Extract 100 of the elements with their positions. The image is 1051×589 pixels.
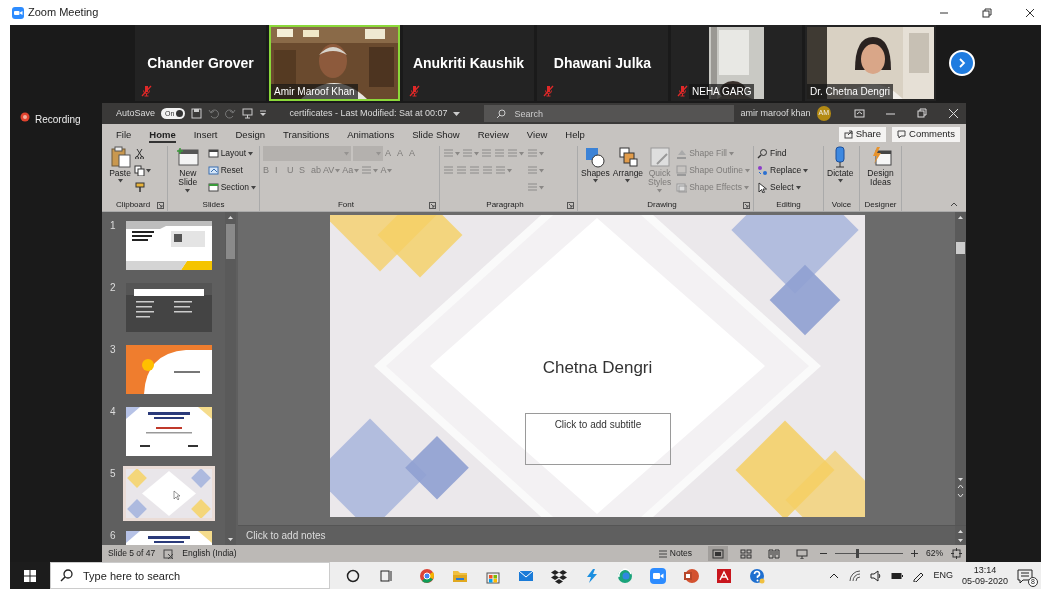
lines-icon bbox=[495, 165, 506, 176]
zoom-in-button[interactable] bbox=[911, 550, 918, 557]
group-label: Drawing bbox=[646, 199, 678, 211]
slider-thumb[interactable] bbox=[856, 549, 860, 558]
participant-name: Anukriti Kaushik bbox=[412, 53, 525, 73]
taskbar-search-field[interactable]: Type here to search bbox=[50, 562, 330, 589]
language-indicator[interactable]: ENG bbox=[933, 568, 953, 583]
ribbon-tab[interactable]: Animations bbox=[338, 126, 404, 143]
start-button[interactable] bbox=[10, 562, 50, 589]
caret-icon bbox=[539, 151, 544, 156]
caret-icon bbox=[146, 168, 151, 173]
group-label: Paragraph bbox=[485, 199, 525, 211]
slide-thumbnail[interactable] bbox=[123, 404, 215, 459]
caret-icon bbox=[376, 151, 381, 156]
lines-icon bbox=[481, 148, 492, 159]
slide-number: 1 bbox=[110, 219, 117, 233]
ribbon-tab[interactable]: File bbox=[107, 126, 141, 143]
cursor-icon bbox=[757, 182, 768, 193]
zoom-percentage[interactable]: 62% bbox=[926, 547, 943, 560]
ribbon-button[interactable]: Arrange bbox=[612, 146, 644, 184]
caret-icon bbox=[519, 151, 524, 156]
share-button[interactable]: Share bbox=[838, 127, 887, 142]
brush-icon bbox=[134, 182, 145, 193]
ribbon-button[interactable]: Dictate bbox=[827, 146, 854, 184]
speech-bubble-icon bbox=[1017, 568, 1033, 583]
search-icon bbox=[60, 569, 73, 582]
language-label[interactable]: English (India) bbox=[182, 547, 237, 560]
caret-icon bbox=[373, 168, 379, 173]
zoom-out-button[interactable] bbox=[820, 550, 827, 557]
subtitle-placeholder[interactable]: Click to add subtitle bbox=[525, 413, 671, 465]
next-page-button[interactable] bbox=[949, 50, 975, 76]
normal-view-button[interactable] bbox=[708, 546, 728, 561]
ribbon-button[interactable]: Layout bbox=[207, 146, 254, 161]
lines-icon bbox=[527, 165, 538, 176]
ribbon-tab[interactable]: Design bbox=[226, 126, 275, 143]
toolbar-button[interactable] bbox=[134, 180, 145, 195]
caret-icon bbox=[625, 179, 631, 184]
participant-name: Chander Grover bbox=[147, 53, 254, 73]
undo-icon[interactable] bbox=[208, 108, 220, 119]
notes-placeholder[interactable]: Click to add notes bbox=[246, 528, 326, 543]
clock-date[interactable]: 05-09-2020 bbox=[961, 575, 1008, 586]
ribbon-button[interactable]: Select bbox=[757, 180, 801, 195]
tray-button[interactable] bbox=[849, 569, 862, 582]
ribbon-tab[interactable]: Slide Show bbox=[403, 126, 469, 143]
ribbon-tab[interactable]: Insert bbox=[184, 126, 227, 143]
fit-to-window-icon[interactable] bbox=[951, 548, 962, 559]
slide-thumbnail[interactable] bbox=[123, 342, 215, 397]
presentation-icon[interactable] bbox=[242, 108, 254, 119]
ribbon-button[interactable]: Reset bbox=[207, 163, 243, 178]
ribbon-button[interactable]: Find bbox=[757, 146, 787, 161]
caret-icon bbox=[248, 151, 254, 156]
window-title: Zoom Meeting bbox=[28, 5, 99, 21]
ribbon-tab[interactable]: Review bbox=[468, 126, 518, 143]
ribbon-button[interactable]: Replace bbox=[757, 163, 809, 178]
dialog-launcher-icon[interactable] bbox=[567, 201, 574, 209]
ribbon-tab[interactable]: Transitions bbox=[274, 126, 339, 143]
slide-thumbnail[interactable] bbox=[123, 218, 215, 273]
clipboard-icon bbox=[109, 146, 131, 168]
tray-button[interactable] bbox=[870, 569, 883, 582]
slide-number: 3 bbox=[110, 343, 117, 357]
ribbon-tab[interactable]: Home bbox=[140, 126, 185, 143]
search-icon bbox=[496, 108, 507, 119]
toolbar-button[interactable] bbox=[134, 163, 151, 178]
section-icon bbox=[207, 182, 219, 193]
notes-button[interactable]: Notes bbox=[657, 546, 692, 561]
toolbar-button[interactable] bbox=[134, 146, 145, 161]
file-title[interactable]: certificates - Last Modified: Sat at 00:07 bbox=[289, 106, 448, 121]
group-label: Designer bbox=[863, 199, 898, 211]
customize-icon[interactable] bbox=[259, 109, 268, 118]
dialog-launcher-icon[interactable] bbox=[743, 201, 750, 209]
dialog-launcher-icon[interactable] bbox=[429, 201, 436, 209]
shapes-icon bbox=[584, 146, 607, 168]
ribbon-tab[interactable]: View bbox=[517, 126, 557, 143]
save-icon[interactable] bbox=[191, 108, 203, 119]
group-label: Voice bbox=[830, 199, 853, 211]
dialog-launcher-icon[interactable] bbox=[157, 201, 164, 209]
redo-icon[interactable] bbox=[225, 108, 237, 119]
group-label: Slides bbox=[201, 199, 226, 211]
lines-icon bbox=[462, 148, 473, 159]
spelling-icon[interactable] bbox=[163, 548, 175, 559]
copy-icon bbox=[134, 165, 145, 176]
task-view-icon bbox=[377, 567, 394, 584]
ribbon-button[interactable]: Shapes bbox=[581, 146, 610, 184]
collapse-ribbon-button[interactable] bbox=[950, 202, 958, 207]
comments-button[interactable]: Comments bbox=[892, 127, 960, 142]
scrollbar[interactable] bbox=[955, 212, 966, 525]
ribbon-tab[interactable]: Help bbox=[556, 126, 594, 143]
clock-time[interactable]: 13:14 bbox=[961, 565, 1008, 576]
ribbon-button[interactable]: Paste bbox=[109, 146, 131, 184]
caret-icon bbox=[117, 179, 123, 184]
ribbon-button[interactable]: Design Ideas bbox=[863, 146, 898, 188]
caret-icon bbox=[837, 179, 843, 184]
lines-icon bbox=[361, 165, 373, 176]
slide-counter: Slide 5 of 47 bbox=[108, 547, 156, 560]
speaker-icon bbox=[870, 569, 883, 582]
slide-thumbnail[interactable] bbox=[123, 280, 215, 335]
caret-icon bbox=[185, 188, 191, 193]
ribbon-button[interactable]: Section bbox=[207, 180, 256, 195]
ribbon-button[interactable]: New Slide bbox=[171, 146, 205, 193]
search-field[interactable]: Search bbox=[484, 105, 735, 122]
